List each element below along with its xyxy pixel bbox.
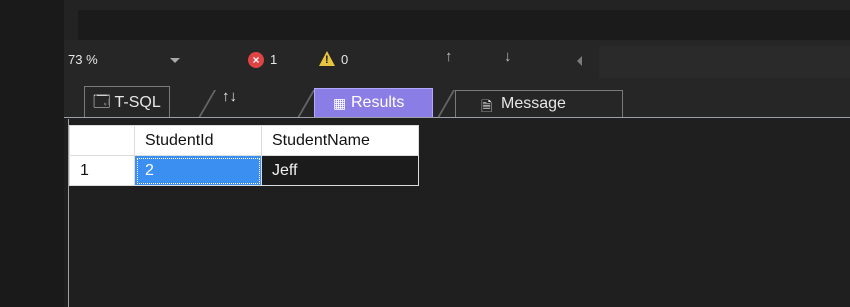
horizontal-scrollbar-track[interactable]: [599, 46, 850, 78]
tsql-icon: 🗔: [93, 94, 111, 111]
column-header-studentname[interactable]: StudentName: [261, 125, 419, 156]
next-issue-icon[interactable]: ↓: [504, 49, 512, 64]
tab-message[interactable]: 🗎 Message: [455, 90, 623, 118]
tab-message-label: Message: [501, 95, 566, 112]
row-number[interactable]: 1: [69, 155, 135, 186]
previous-issue-icon[interactable]: ↑: [445, 49, 453, 64]
zoom-level[interactable]: 73 %: [68, 53, 98, 67]
error-icon[interactable]: ×: [248, 52, 264, 68]
query-status-bar: 73 % × 1 ! 0 ↑ ↓: [64, 40, 850, 78]
results-grid[interactable]: StudentId StudentName 1 2 Jeff: [68, 119, 850, 307]
editor-area-placeholder: [78, 10, 850, 40]
left-rail: [0, 0, 64, 307]
editor-top-strip: [64, 0, 850, 40]
scroll-left-icon[interactable]: [577, 56, 582, 66]
warning-count[interactable]: 0: [341, 53, 348, 67]
warning-icon[interactable]: !: [319, 51, 335, 66]
tab-divider: [436, 90, 456, 118]
tab-results[interactable]: ▦ Results: [314, 88, 433, 117]
zoom-dropdown-icon[interactable]: [170, 58, 180, 63]
grid-icon: ▦: [333, 95, 347, 111]
tab-divider: [197, 90, 217, 118]
cell-studentid[interactable]: 2: [134, 155, 262, 186]
tab-tsql[interactable]: 🗔 T-SQL: [84, 86, 170, 117]
tab-results-label: Results: [351, 94, 405, 111]
sort-toggle-icon[interactable]: ↑↓: [222, 88, 237, 105]
tab-divider: [296, 90, 316, 118]
tab-tsql-label: T-SQL: [114, 94, 161, 111]
corner-cell[interactable]: [69, 125, 135, 156]
column-header-studentid[interactable]: StudentId: [134, 125, 262, 156]
table-row: 1 2 Jeff: [69, 155, 419, 186]
cell-studentname[interactable]: Jeff: [261, 155, 419, 186]
results-tabbar: 🗔 T-SQL ↑↓ ▦ Results 🗎 Message: [64, 78, 850, 118]
header-row: StudentId StudentName: [69, 125, 419, 156]
error-count[interactable]: 1: [270, 53, 277, 67]
results-table: StudentId StudentName 1 2 Jeff: [69, 125, 419, 186]
tabbar-bottom-border: [64, 117, 850, 118]
